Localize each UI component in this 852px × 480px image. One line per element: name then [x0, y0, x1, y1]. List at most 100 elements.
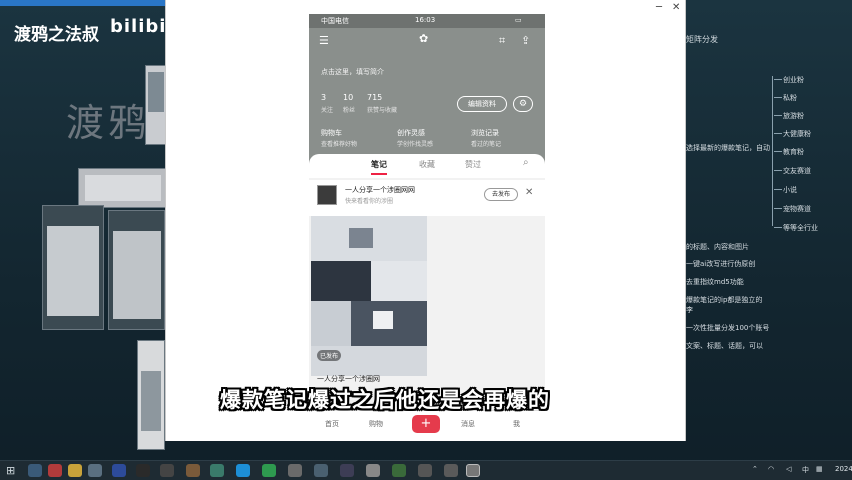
mindmap-item: 私粉 — [783, 94, 797, 102]
mindmap-branch — [774, 115, 782, 116]
video-subtitle: 爆款笔记爆过之后他还是会再爆的 — [220, 388, 550, 412]
history-feature-sub: 看过的笔记 — [471, 141, 502, 148]
nav-home[interactable]: 首页 — [325, 419, 339, 429]
channel-title: 渡鸦之法叔 — [14, 25, 99, 45]
mindmap-branch — [774, 208, 782, 209]
note-image-block — [371, 261, 427, 301]
app-icon[interactable] — [466, 464, 480, 477]
mindmap-item: 等等全行业 — [783, 224, 818, 232]
scan-icon[interactable]: ⌗ — [499, 34, 505, 48]
following-count[interactable]: 3 — [321, 93, 326, 102]
nav-messages[interactable]: 消息 — [461, 419, 475, 429]
followers-count[interactable]: 10 — [343, 93, 353, 102]
app-icon[interactable] — [186, 464, 200, 477]
app-icon[interactable] — [314, 464, 328, 477]
app-icon[interactable] — [210, 464, 224, 477]
mindmap-header: 矩阵分发 — [686, 35, 718, 44]
app-icon[interactable] — [136, 464, 150, 477]
mindmap-item: 小说 — [783, 186, 797, 194]
app-icon[interactable] — [444, 464, 458, 477]
cart-feature[interactable]: 购物车 — [321, 128, 342, 138]
profile-tabs: 笔记 收藏 赞过 ⌕ — [309, 154, 545, 178]
app-icon[interactable] — [262, 464, 276, 477]
background-thumbnail — [145, 65, 167, 145]
calendar-icon[interactable]: ▦ — [816, 465, 823, 473]
menu-icon[interactable]: ☰ — [319, 34, 329, 47]
note-title[interactable]: 一人分享一个涉圈网 — [317, 374, 380, 384]
minimize-icon[interactable]: ─ — [656, 2, 662, 13]
battery-icon: ▭ — [515, 16, 522, 24]
search-icon[interactable]: ⌕ — [523, 157, 529, 168]
app-icon[interactable] — [288, 464, 302, 477]
close-icon[interactable]: ✕ — [525, 187, 533, 198]
app-icon[interactable] — [48, 464, 62, 477]
mindmap-branch — [774, 79, 782, 80]
recommend-sub: 快来看看你的涉圈 — [345, 198, 394, 205]
tab-underline — [371, 173, 387, 175]
note-image-block — [373, 311, 393, 329]
tab-liked[interactable]: 赞过 — [465, 159, 481, 170]
app-icon[interactable] — [418, 464, 432, 477]
taskbar-clock[interactable]: 2024 — [835, 465, 852, 473]
search-icon[interactable] — [28, 464, 42, 477]
mindmap-branch — [774, 151, 782, 152]
background-thumbnail — [108, 210, 165, 330]
app-icon[interactable] — [160, 464, 174, 477]
folder-icon[interactable] — [68, 464, 82, 477]
carrier-label: 中国电信 — [321, 17, 349, 25]
taskbar: ⊞ ⌃ ◠ ◁ 中 ▦ 2024 — [0, 460, 852, 480]
share-icon[interactable]: ⇪ — [521, 34, 530, 47]
tab-collections[interactable]: 收藏 — [419, 159, 435, 170]
panel-note: 选择最新的爆款笔记，自动 — [686, 144, 770, 152]
panel-note: 一键ai改写进行伪原创 — [686, 260, 756, 268]
edit-profile-button[interactable]: 编辑资料 — [457, 96, 507, 112]
background-thumbnail — [42, 205, 104, 330]
wifi-icon[interactable]: ◠ — [768, 465, 774, 473]
status-bar: 中国电信 16:03 ▭ — [309, 14, 545, 28]
panel-note: 文案、标题、话题，可以 — [686, 342, 763, 350]
panel-note: 一次性批量分发100个账号 — [686, 324, 770, 332]
tray-arrow-icon[interactable]: ⌃ — [752, 465, 758, 473]
tab-notes[interactable]: 笔记 — [371, 159, 387, 170]
browser-icon[interactable] — [236, 464, 250, 477]
nav-me[interactable]: 我 — [513, 419, 520, 429]
history-feature[interactable]: 浏览记录 — [471, 128, 499, 138]
panel-note: 李 — [686, 306, 693, 314]
settings-gear-icon[interactable]: ⚙ — [513, 96, 533, 112]
windows-start-icon[interactable]: ⊞ — [6, 464, 15, 477]
mindmap-branch — [774, 189, 782, 190]
nav-shop[interactable]: 购物 — [369, 419, 383, 429]
ime-indicator[interactable]: 中 — [802, 465, 809, 475]
inspiration-feature[interactable]: 创作灵感 — [397, 128, 425, 138]
profile-header: ☰ ✿ ⌗ ⇪ 点击这里，填写简介 3 关注 10 粉丝 715 获赞与收藏 编… — [309, 28, 545, 168]
panel-note: 的标题、内容和图片 — [686, 243, 749, 251]
app-icon[interactable] — [88, 464, 102, 477]
app-icon[interactable] — [366, 464, 380, 477]
likes-count[interactable]: 715 — [367, 93, 382, 102]
mindmap-item: 大健康粉 — [783, 130, 811, 138]
app-icon[interactable] — [340, 464, 354, 477]
mindmap-panel: 矩阵分发 创业粉 私粉 旅游粉 大健康粉 教育粉 交友赛道 小说 宠物赛道 等等… — [686, 0, 852, 460]
mindmap-item: 旅游粉 — [783, 112, 804, 120]
volume-icon[interactable]: ◁ — [786, 465, 791, 473]
app-icon[interactable] — [392, 464, 406, 477]
profile-bio[interactable]: 点击这里，填写简介 — [321, 67, 384, 77]
mindmap-trunk — [772, 76, 773, 226]
photoshop-icon[interactable] — [112, 464, 126, 477]
mascot-icon: ✿ — [419, 32, 429, 45]
recommend-avatar — [317, 185, 337, 205]
publish-button[interactable]: 去发布 — [484, 188, 518, 201]
note-status-badge: 已发布 — [317, 350, 342, 361]
panel-note: 去重指纹md5功能 — [686, 278, 744, 286]
mindmap-branch — [774, 133, 782, 134]
likes-label: 获赞与收藏 — [367, 107, 398, 114]
background-thumbnail — [78, 168, 166, 208]
following-label: 关注 — [321, 107, 334, 114]
create-plus-button[interactable]: + — [412, 415, 440, 433]
note-card[interactable]: 已发布 — [311, 216, 427, 376]
followers-label: 粉丝 — [343, 107, 356, 114]
mindmap-item: 宠物赛道 — [783, 205, 811, 213]
background-thumbnail — [137, 340, 165, 450]
window-strip — [0, 0, 165, 6]
close-icon[interactable]: ✕ — [672, 2, 680, 13]
